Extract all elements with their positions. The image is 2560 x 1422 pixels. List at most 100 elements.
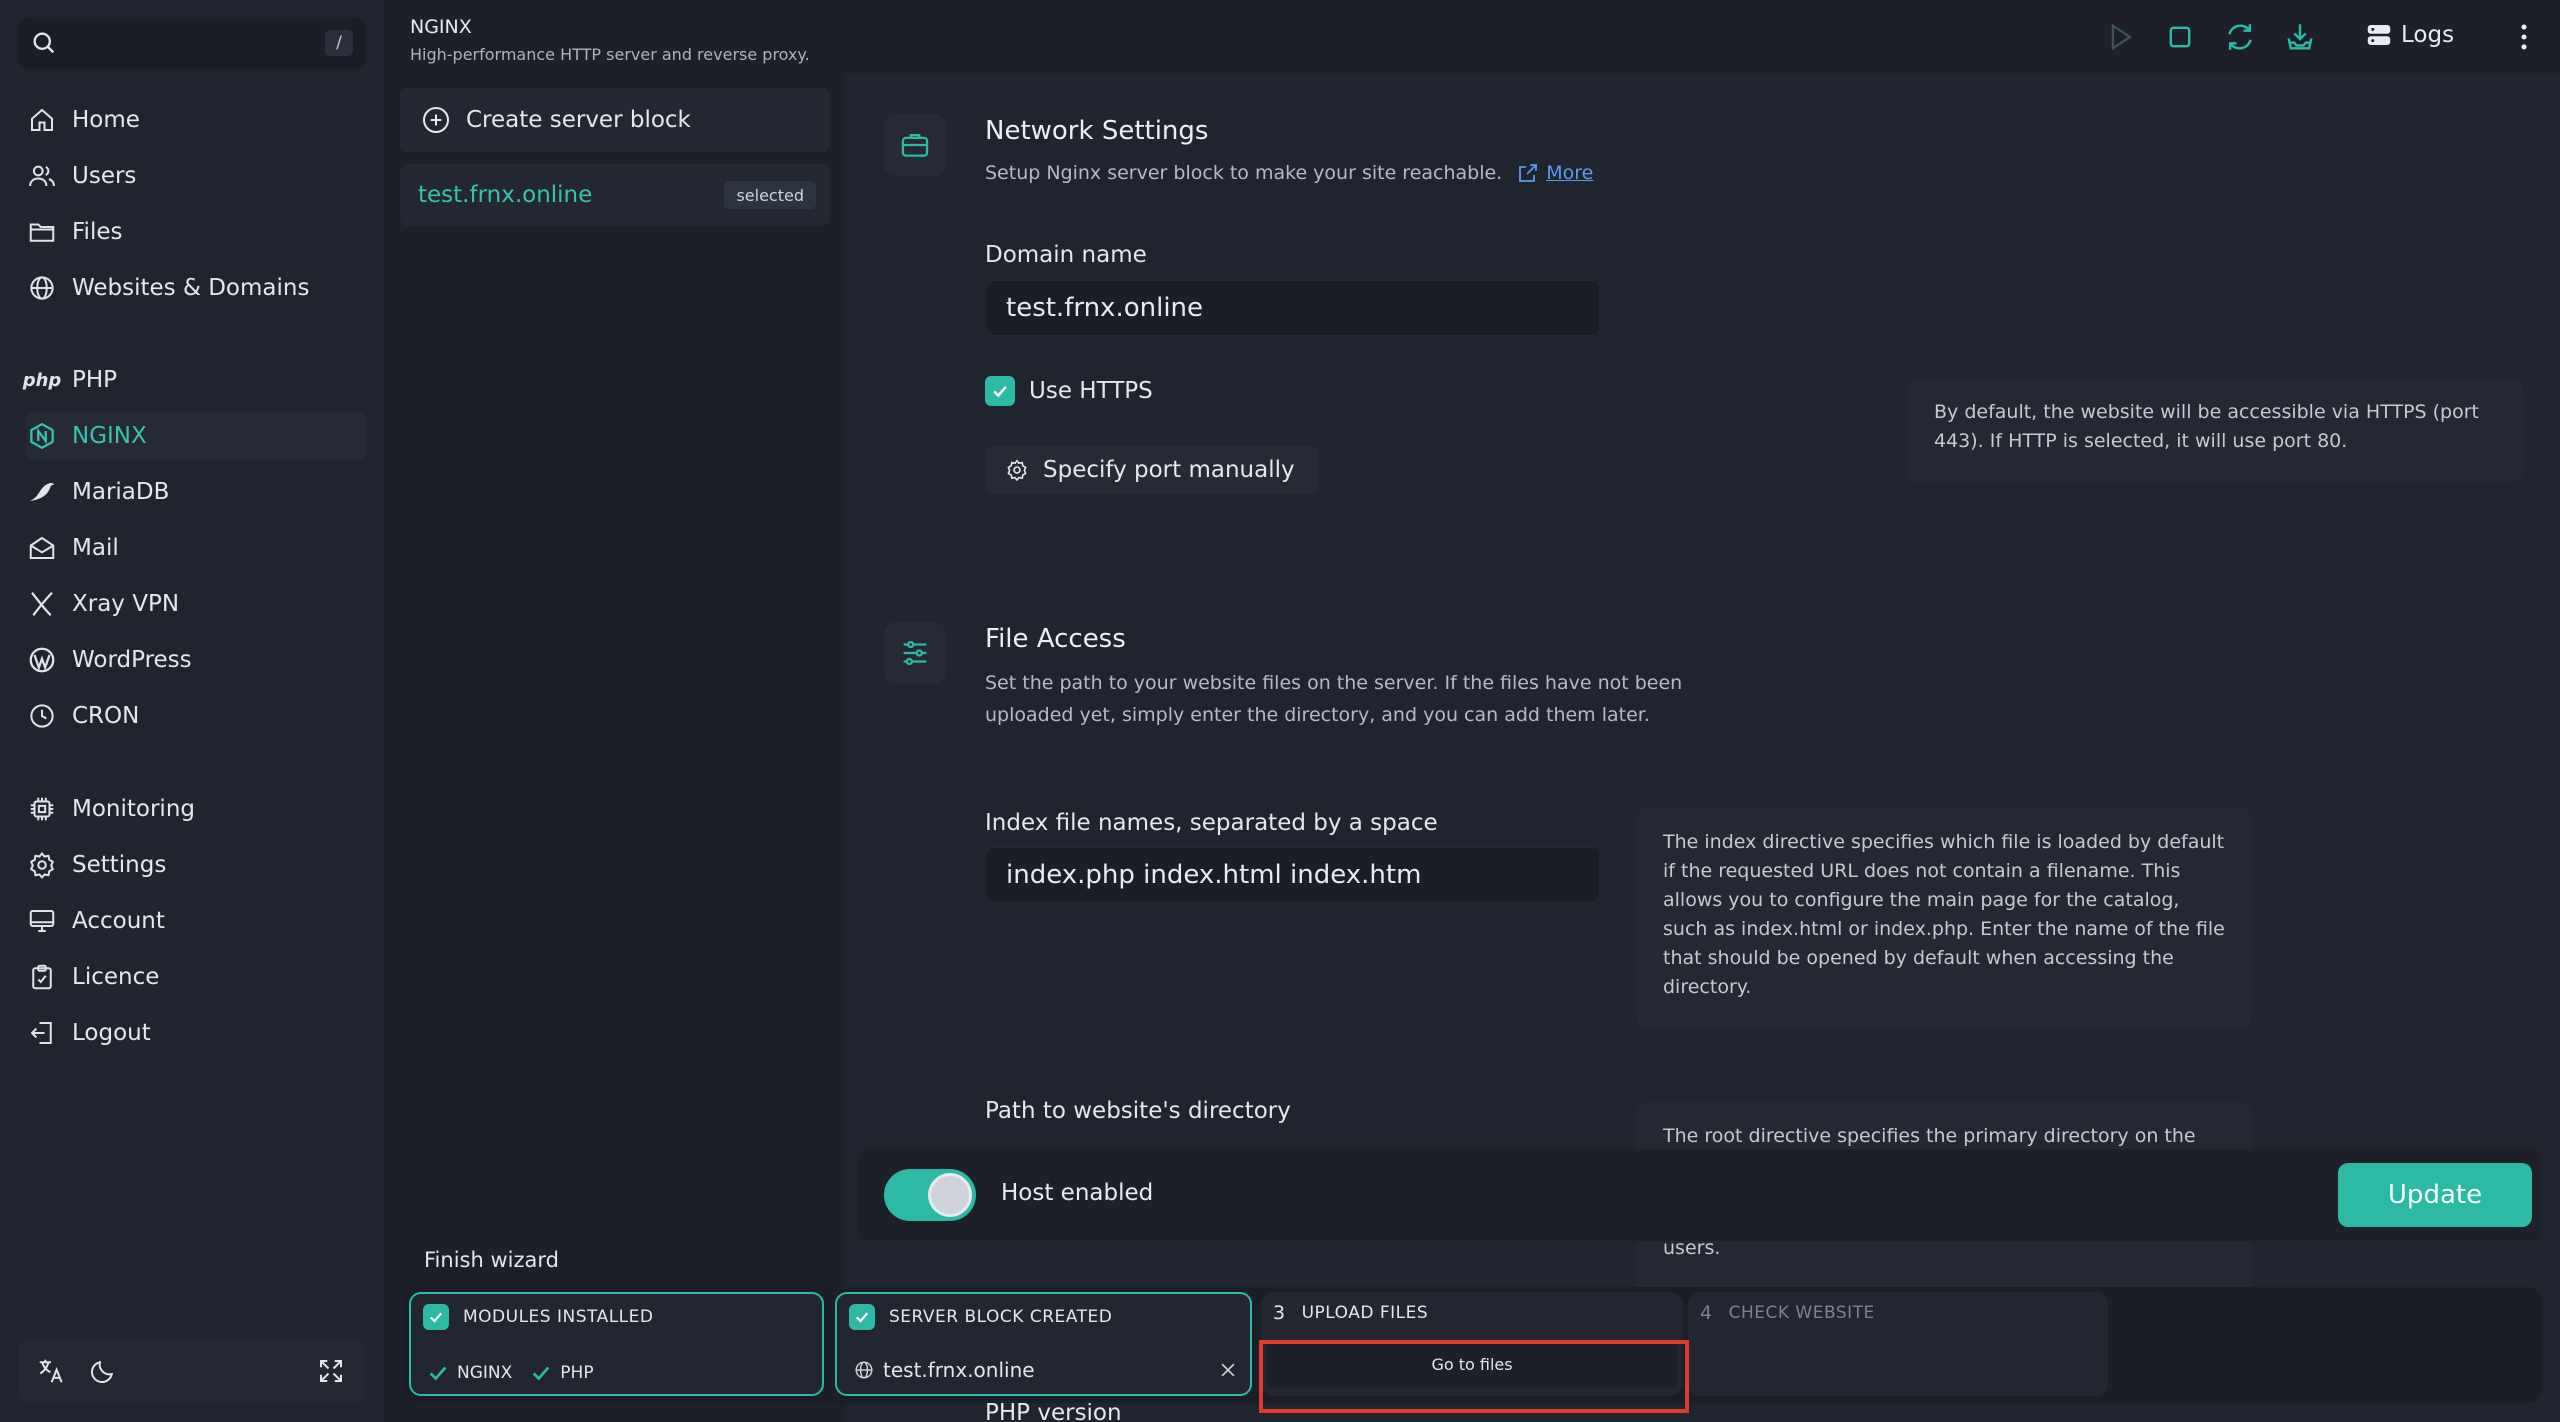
sidebar-item-label: WordPress bbox=[72, 647, 192, 673]
download-icon[interactable] bbox=[2281, 18, 2319, 56]
host-enabled-toggle[interactable] bbox=[884, 1169, 976, 1221]
host-enabled-label: Host enabled bbox=[1001, 1180, 1154, 1206]
step-header: SERVER BLOCK CREATED bbox=[849, 1304, 1112, 1330]
go-to-files-highlight bbox=[1259, 1340, 1689, 1413]
module-php: PHP bbox=[560, 1363, 594, 1383]
mail-icon bbox=[26, 532, 58, 564]
search-shortcut: / bbox=[325, 30, 353, 56]
gear-icon bbox=[1005, 458, 1029, 482]
sidebar-item-label: Users bbox=[72, 163, 137, 189]
sidebar-item-label: Monitoring bbox=[72, 796, 195, 822]
moon-icon[interactable] bbox=[88, 1356, 118, 1386]
topbar: Logs bbox=[845, 0, 2560, 74]
sidebar-item-label: Websites & Domains bbox=[72, 275, 310, 301]
sidebar-item-account[interactable]: Account bbox=[26, 897, 366, 945]
close-icon[interactable] bbox=[1218, 1360, 1238, 1380]
sidebar-item-files[interactable]: Files bbox=[26, 208, 366, 256]
logout-icon bbox=[26, 1017, 58, 1049]
step-number: 3 bbox=[1273, 1302, 1286, 1324]
globe-icon bbox=[26, 272, 58, 304]
sidebar-item-logout[interactable]: Logout bbox=[26, 1009, 366, 1057]
sidebar-item-label: CRON bbox=[72, 703, 140, 729]
use-https-label: Use HTTPS bbox=[1029, 378, 1153, 404]
search-icon bbox=[30, 29, 58, 57]
panel-title: NGINX bbox=[410, 16, 472, 38]
server-stack-icon bbox=[2363, 19, 2395, 51]
sidebar-item-label: Settings bbox=[72, 852, 167, 878]
logs-button[interactable]: Logs bbox=[2363, 19, 2454, 51]
step-title: CHECK WEBSITE bbox=[1728, 1303, 1875, 1323]
restart-icon[interactable] bbox=[2221, 18, 2259, 56]
sidebar-item-label: Licence bbox=[72, 964, 160, 990]
step-server-block-value: test.frnx.online bbox=[853, 1358, 1238, 1382]
step-header: 3 UPLOAD FILES bbox=[1273, 1302, 1428, 1324]
update-button[interactable]: Update bbox=[2338, 1163, 2532, 1227]
step-title: MODULES INSTALLED bbox=[463, 1307, 654, 1327]
create-server-block-button[interactable]: Create server block bbox=[400, 88, 830, 152]
folder-icon bbox=[26, 216, 58, 248]
sidebar-item-monitoring[interactable]: Monitoring bbox=[26, 785, 366, 833]
use-https-checkbox[interactable]: Use HTTPS bbox=[985, 376, 1153, 406]
stop-icon[interactable] bbox=[2161, 18, 2199, 56]
specify-port-label: Specify port manually bbox=[1043, 457, 1295, 483]
licence-icon bbox=[26, 961, 58, 993]
file-access-section-icon bbox=[884, 622, 946, 684]
index-hint: The index directive specifies which file… bbox=[1637, 808, 2251, 1030]
play-icon[interactable] bbox=[2101, 18, 2139, 56]
sidebar-item-xray-vpn[interactable]: Xray VPN bbox=[26, 580, 366, 628]
check-icon bbox=[849, 1304, 875, 1330]
sidebar-item-licence[interactable]: Licence bbox=[26, 953, 366, 1001]
sidebar-item-wordpress[interactable]: WordPress bbox=[26, 636, 366, 684]
translate-icon[interactable] bbox=[36, 1356, 66, 1386]
sidebar: / Home Users Files Websites & Domains ph… bbox=[0, 0, 385, 1422]
php-icon: php bbox=[22, 369, 62, 391]
sidebar-footer bbox=[18, 1340, 365, 1402]
domain-name-label: Domain name bbox=[985, 242, 1147, 268]
sidebar-item-users[interactable]: Users bbox=[26, 152, 366, 200]
index-files-input[interactable]: index.php index.html index.htm bbox=[985, 847, 1600, 903]
users-icon bbox=[26, 160, 58, 192]
sidebar-item-mail[interactable]: Mail bbox=[26, 524, 366, 572]
sidebar-item-mariadb[interactable]: MariaDB bbox=[26, 468, 366, 516]
specify-port-button[interactable]: Specify port manually bbox=[985, 446, 1319, 494]
plus-circle-icon bbox=[420, 104, 452, 136]
sidebar-item-label: Files bbox=[72, 219, 123, 245]
nginx-icon bbox=[26, 420, 58, 452]
sliders-icon bbox=[884, 622, 946, 684]
sidebar-item-settings[interactable]: Settings bbox=[26, 841, 366, 889]
network-section-icon bbox=[884, 114, 946, 176]
sidebar-item-nginx[interactable]: NGINX bbox=[26, 412, 366, 460]
module-nginx: NGINX bbox=[457, 1363, 513, 1383]
briefcase-icon bbox=[884, 114, 946, 176]
sidebar-item-websites-domains[interactable]: Websites & Domains bbox=[26, 264, 366, 312]
create-server-block-label: Create server block bbox=[466, 107, 691, 133]
fullscreen-icon[interactable] bbox=[316, 1356, 346, 1386]
server-block-item[interactable]: test.frnx.online selected bbox=[400, 164, 830, 226]
check-icon bbox=[985, 376, 1015, 406]
domain-name-input[interactable]: test.frnx.online bbox=[985, 280, 1600, 336]
file-access-title: File Access bbox=[985, 624, 1126, 654]
logs-label: Logs bbox=[2401, 22, 2455, 48]
more-link[interactable]: More bbox=[1502, 157, 1593, 189]
step-title: UPLOAD FILES bbox=[1301, 1303, 1429, 1323]
search-input[interactable]: / bbox=[18, 17, 365, 69]
finish-wizard-title: Finish wizard bbox=[410, 1237, 573, 1283]
sidebar-item-label: Xray VPN bbox=[72, 591, 180, 617]
step-header: MODULES INSTALLED bbox=[423, 1304, 653, 1330]
check-icon bbox=[532, 1366, 550, 1381]
network-description-text: Setup Nginx server block to make your si… bbox=[985, 162, 1503, 184]
more-link-label: More bbox=[1546, 162, 1594, 184]
clock-icon bbox=[26, 700, 58, 732]
sidebar-item-home[interactable]: Home bbox=[26, 96, 366, 144]
sidebar-item-php[interactable]: php PHP bbox=[22, 356, 366, 404]
file-access-description: Set the path to your website files on th… bbox=[985, 672, 1683, 726]
network-settings-title: Network Settings bbox=[985, 116, 1209, 146]
sidebar-item-cron[interactable]: CRON bbox=[26, 692, 366, 740]
root-hint-start: The root directive specifies the primary… bbox=[1663, 1125, 2196, 1147]
server-block-panel: NGINX High-performance HTTP server and r… bbox=[386, 0, 844, 1422]
toggle-knob bbox=[928, 1173, 972, 1217]
chip-icon bbox=[26, 793, 58, 825]
sidebar-item-label: NGINX bbox=[72, 423, 147, 449]
sidebar-item-label: Account bbox=[72, 908, 165, 934]
more-vertical-icon[interactable] bbox=[2505, 18, 2543, 56]
